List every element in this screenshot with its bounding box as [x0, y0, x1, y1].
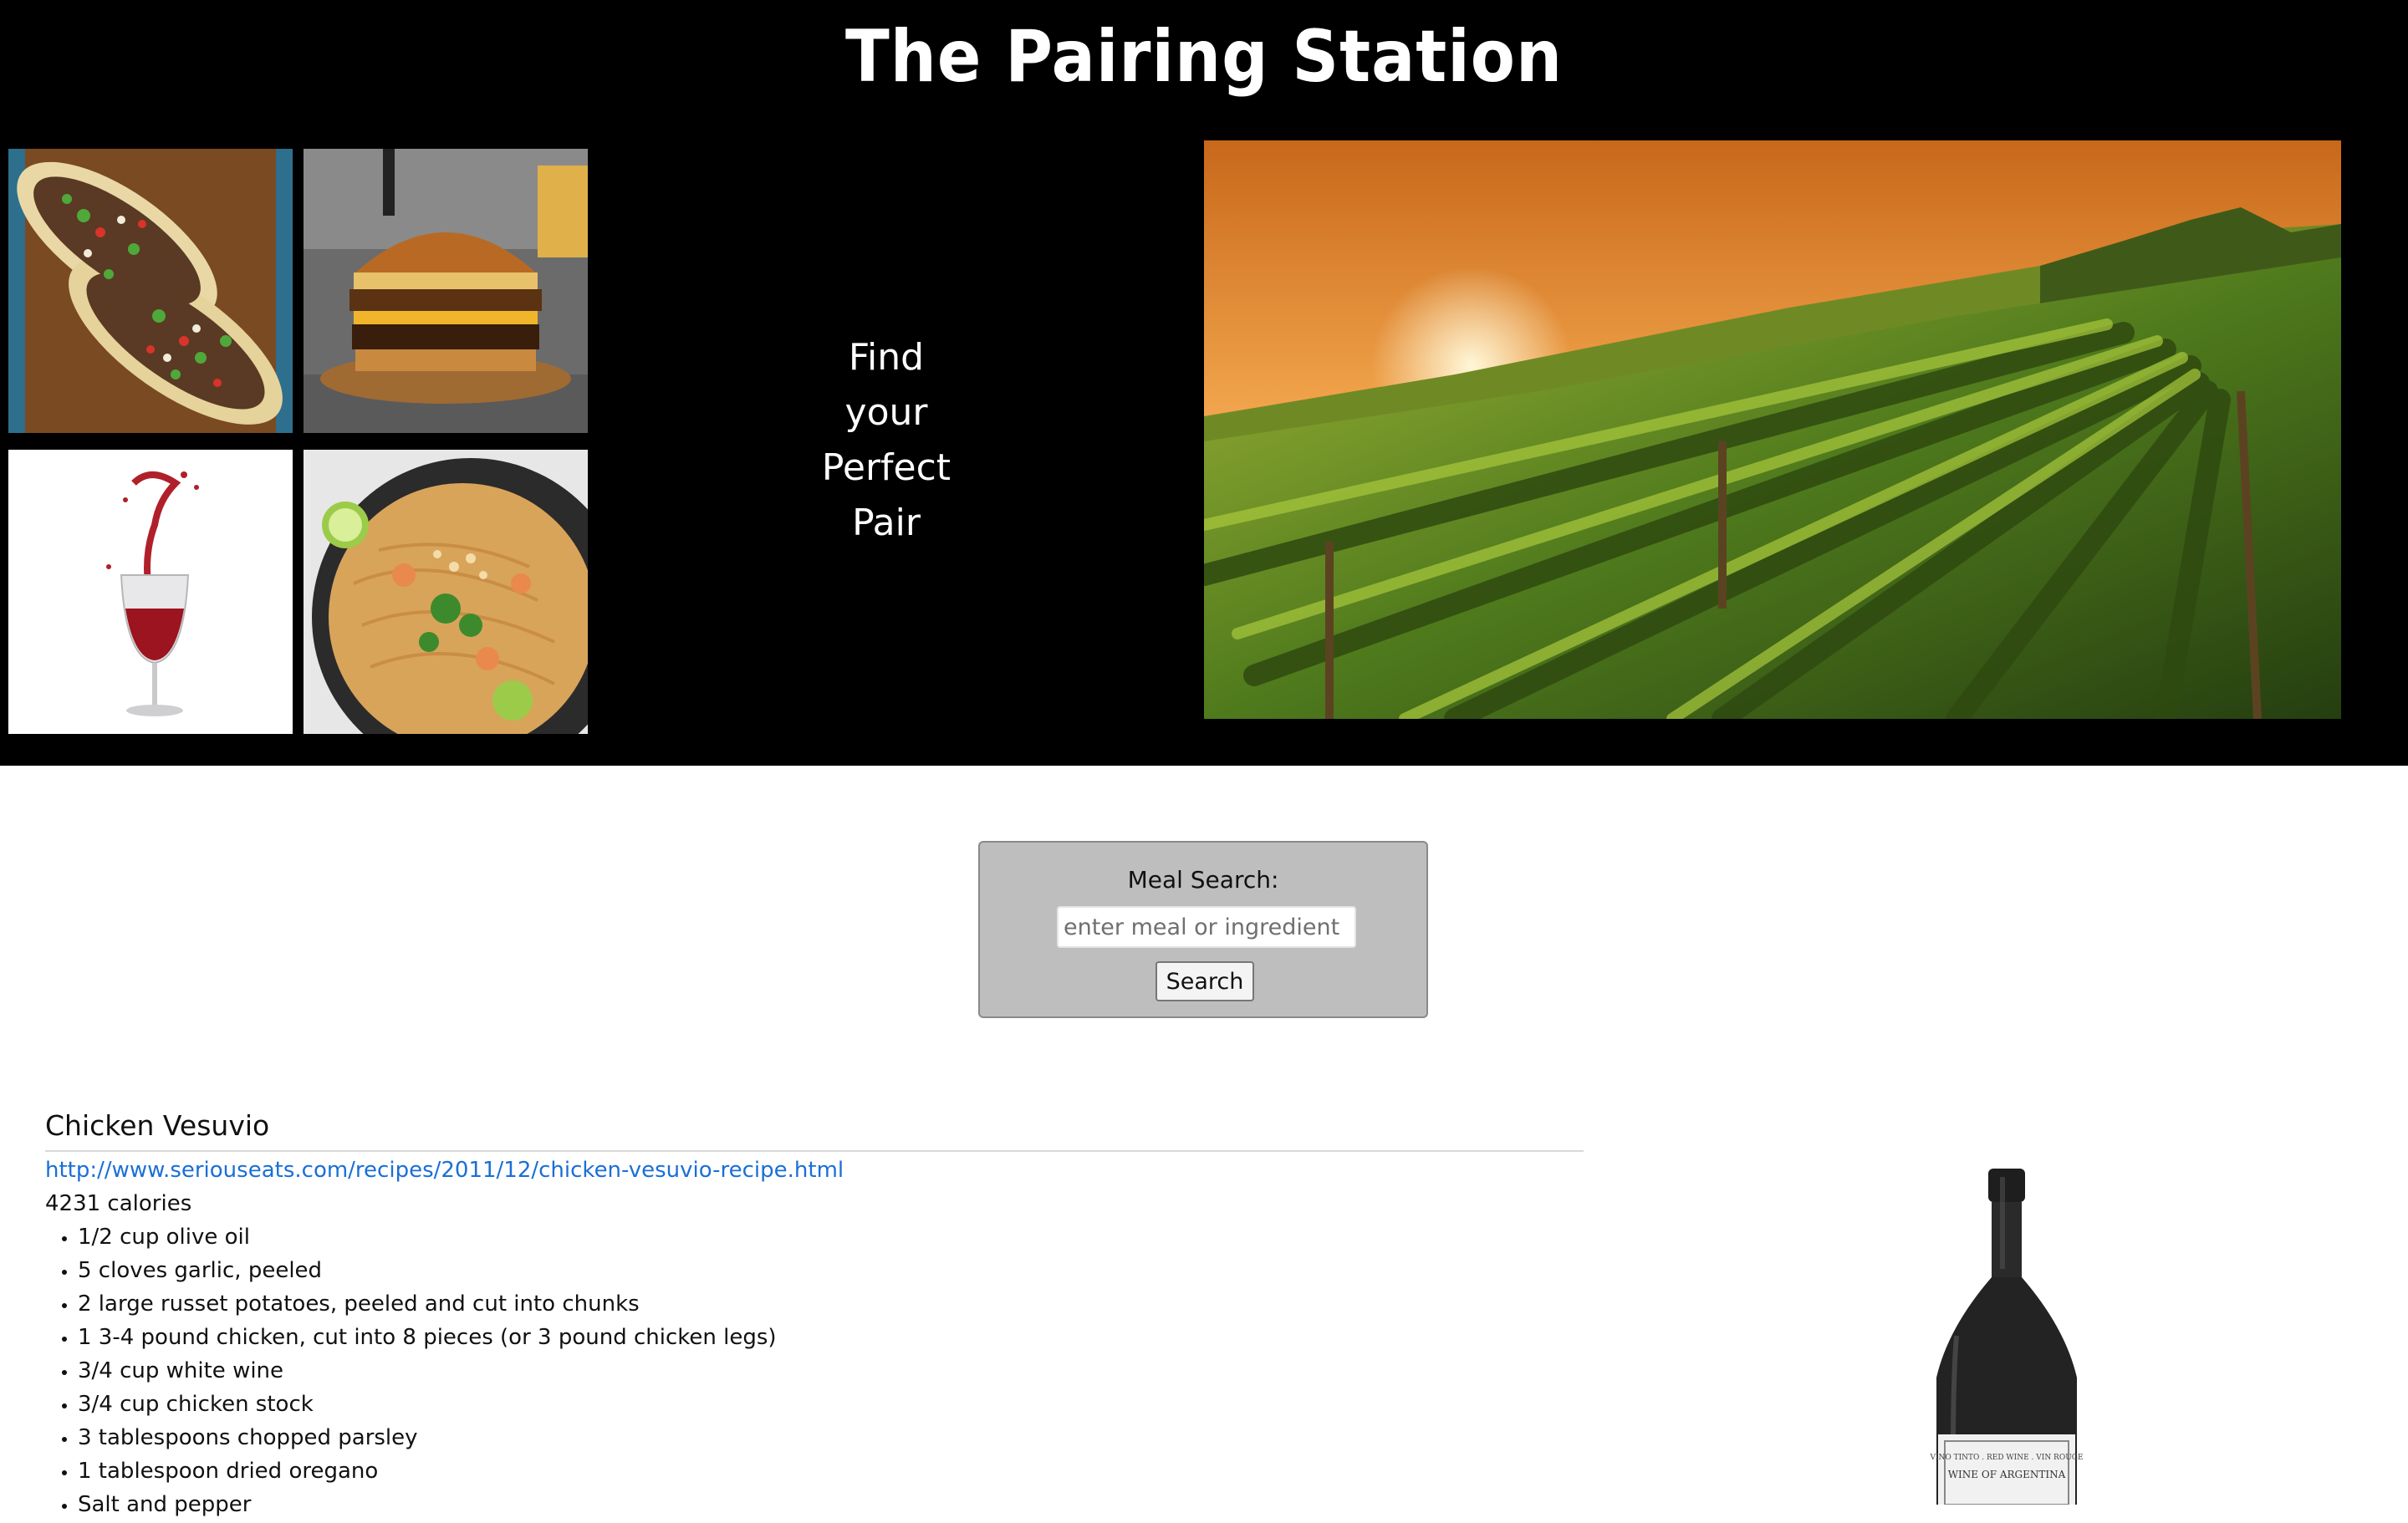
wine-glass-photo: [8, 450, 293, 734]
tagline-line: your: [844, 391, 928, 434]
meal-search-form: Meal Search: Search: [978, 841, 1428, 1018]
tacos-photo: [8, 149, 293, 433]
recipe-link[interactable]: http://www.seriouseats.com/recipes/2011/…: [45, 1154, 1584, 1187]
meal-search-input[interactable]: [1057, 906, 1356, 948]
bottle-label-text: VINO TINTO . RED WINE . VIN ROUGE: [1929, 1454, 2083, 1462]
tagline-line: Find: [848, 336, 925, 379]
meal-search-label: Meal Search:: [1127, 866, 1279, 894]
pad-thai-photo: [304, 450, 588, 734]
tagline-line: Pair: [852, 502, 921, 544]
bottle-label-text: WINE OF ARGENTINA: [1948, 1469, 2066, 1480]
ingredient-item: 3/4 cup chicken stock: [78, 1388, 1584, 1421]
ingredient-item: 3 tablespoons chopped parsley: [78, 1421, 1584, 1454]
ingredient-item: 1 tablespoon dried oregano: [78, 1454, 1584, 1488]
ingredient-item: 3/4 cup white wine: [78, 1354, 1584, 1388]
ingredient-item: 1 3-4 pound chicken, cut into 8 pieces (…: [78, 1321, 1584, 1354]
ingredient-item: Salt and pepper: [78, 1488, 1584, 1521]
hero-banner: The Pairing Station Find your Perfect Pa…: [0, 0, 2408, 766]
tagline-line: Perfect: [821, 446, 951, 489]
red-wine-bottle-photo: VINO TINTO . RED WINE . VIN ROUGE WINE O…: [1923, 1169, 2090, 1505]
burger-photo: [304, 149, 588, 433]
recipe-title: Chicken Vesuvio: [45, 1102, 1584, 1152]
search-button[interactable]: Search: [1156, 961, 1254, 1001]
tagline: Find your Perfect Pair: [786, 330, 987, 551]
vineyard-sunset-photo: [1204, 140, 2341, 719]
ingredient-list: 1/2 cup olive oil 5 cloves garlic, peele…: [45, 1220, 1584, 1521]
ingredient-item: 1/2 cup olive oil: [78, 1220, 1584, 1254]
recipe-result: Chicken Vesuvio http://www.seriouseats.c…: [45, 1102, 1584, 1521]
site-title: The Pairing Station: [844, 15, 1564, 99]
ingredient-item: 5 cloves garlic, peeled: [78, 1254, 1584, 1287]
ingredient-item: 2 large russet potatoes, peeled and cut …: [78, 1287, 1584, 1321]
recipe-calories: 4231 calories: [45, 1191, 192, 1216]
